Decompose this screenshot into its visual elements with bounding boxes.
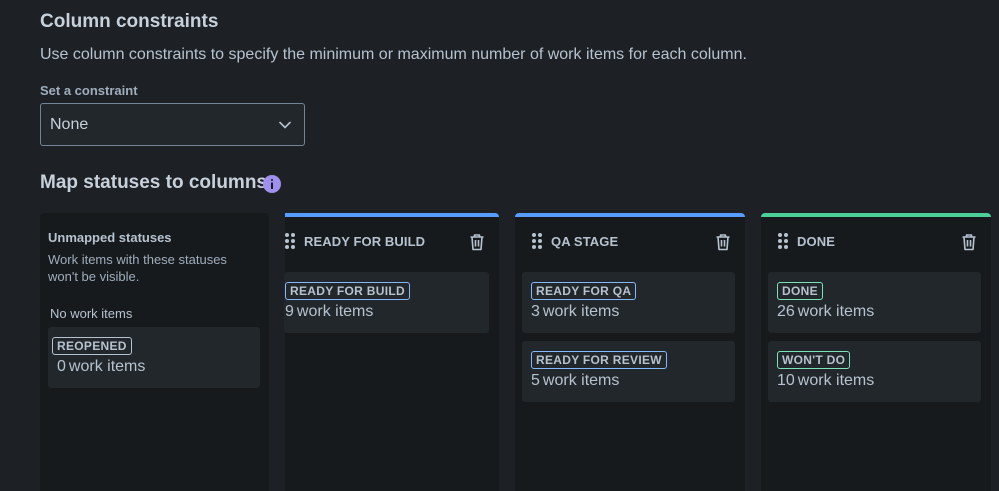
unmapped-statuses-description: Work items with these statuses won't be … xyxy=(48,252,227,284)
column-name: DONE xyxy=(797,233,835,249)
unmapped-statuses-column: Unmapped statuses Work items with these … xyxy=(40,213,269,491)
work-item-count: 26 work items xyxy=(777,303,875,320)
work-item-count: 0 work items xyxy=(57,358,146,375)
work-item-count: 3 work items xyxy=(531,303,620,320)
work-item-count: 10 work items xyxy=(777,372,875,389)
column-header: DONE xyxy=(761,229,991,253)
trash-icon[interactable] xyxy=(961,233,977,251)
column-qa-stage: QA STAGE READY FOR QA 3 work items READY … xyxy=(515,213,745,491)
constraint-select[interactable]: None xyxy=(40,103,305,146)
work-item-count: 5 work items xyxy=(531,372,620,389)
work-item-count: 9 work items xyxy=(285,303,374,320)
drag-handle-icon[interactable] xyxy=(532,233,542,249)
column-name: QA STAGE xyxy=(551,233,619,249)
drag-handle-icon[interactable] xyxy=(778,233,788,249)
status-card-wont-do[interactable]: WON'T DO 10 work items xyxy=(768,341,981,402)
status-lozenge: READY FOR REVIEW xyxy=(531,351,667,369)
column-constraints-description: Use column constraints to specify the mi… xyxy=(40,46,747,63)
status-card-reopened[interactable]: REOPENED 0 work items xyxy=(48,327,260,388)
constraint-select-value: None xyxy=(50,115,89,133)
status-card-ready-for-build[interactable]: READY FOR BUILD 9 work items xyxy=(284,272,489,333)
column-ready-for-build: READY FOR BUILD READY FOR BUILD 9 work it… xyxy=(284,213,499,491)
status-lozenge: READY FOR QA xyxy=(531,282,637,300)
column-done: DONE DONE 26 work items WON'T DO 10 work i… xyxy=(761,213,991,491)
status-card-done[interactable]: DONE 26 work items xyxy=(768,272,981,333)
chevron-down-icon xyxy=(278,118,292,132)
drag-handle-icon[interactable] xyxy=(285,233,295,249)
status-lozenge: WON'T DO xyxy=(777,351,851,369)
map-statuses-title: Map statuses to columns xyxy=(40,172,267,193)
column-header: READY FOR BUILD xyxy=(285,229,499,253)
column-name: READY FOR BUILD xyxy=(304,233,426,249)
constraint-field-label: Set a constraint xyxy=(40,83,138,98)
board-settings-page: Column constraints Use column constraint… xyxy=(0,0,999,491)
trash-icon[interactable] xyxy=(469,233,485,251)
column-header: QA STAGE xyxy=(515,229,745,253)
column-constraints-title: Column constraints xyxy=(40,11,219,32)
trash-icon[interactable] xyxy=(715,233,731,251)
status-lozenge: REOPENED xyxy=(52,337,132,355)
unmapped-statuses-title: Unmapped statuses xyxy=(48,230,172,245)
status-lozenge: DONE xyxy=(777,282,823,300)
no-work-items-text: No work items xyxy=(50,306,133,321)
status-card-ready-for-qa[interactable]: READY FOR QA 3 work items xyxy=(522,272,735,333)
status-lozenge: READY FOR BUILD xyxy=(285,282,410,300)
status-card-ready-for-review[interactable]: READY FOR REVIEW 5 work items xyxy=(522,341,735,402)
info-icon[interactable] xyxy=(263,175,281,193)
